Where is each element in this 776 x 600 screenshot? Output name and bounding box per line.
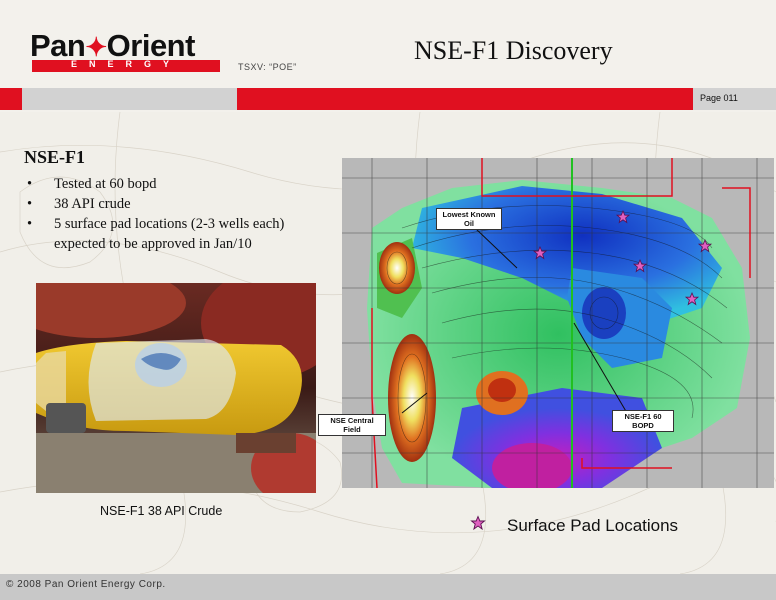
footer-copyright: © 2008 Pan Orient Energy Corp.	[6, 579, 166, 590]
bullet-text: 38 API crude	[54, 196, 131, 212]
header-band-red-main	[237, 88, 693, 110]
legend-label: Surface Pad Locations	[507, 516, 679, 535]
photo-caption: NSE-F1 38 API Crude	[100, 504, 223, 518]
callout-nse-f1: NSE-F1 60 BOPD	[612, 410, 674, 432]
bullet-glyph: •	[27, 216, 33, 232]
bullet-text: 5 surface pad locations (2-3 wells each)…	[54, 216, 285, 252]
bullet-item: • Tested at 60 bopd	[0, 174, 320, 194]
maple-leaf-icon: ✦	[85, 32, 107, 62]
header-band-gray-left	[22, 88, 237, 110]
legend-star-icon	[470, 515, 486, 531]
ticker-symbol: TSXV: “POE”	[238, 62, 297, 72]
callout-lowest-known-oil: Lowest Known Oil	[436, 208, 502, 230]
bullet-list: • Tested at 60 bopd • 38 API crude • 5 surf…	[0, 174, 320, 254]
bullet-glyph: •	[27, 196, 33, 212]
section-heading: NSE-F1	[24, 147, 86, 167]
logo-subtitle: ENERGY	[70, 59, 181, 69]
logo-word-orient: Orient	[106, 28, 196, 63]
bullet-item: • 5 surface pad locations (2-3 wells each…	[0, 214, 320, 254]
page-number: Page 011	[700, 93, 738, 103]
header-band-red-left	[0, 88, 22, 110]
logo-word-pan: Pan	[30, 28, 86, 63]
bullet-item: • 38 API crude	[0, 194, 320, 214]
slide-title: NSE-F1 Discovery	[414, 36, 613, 65]
callout-nse-central-field: NSE Central Field	[318, 414, 386, 436]
bullet-text: Tested at 60 bopd	[54, 176, 157, 192]
bullet-glyph: •	[27, 176, 33, 192]
contour-map	[342, 158, 774, 488]
crude-sample-photo	[36, 283, 316, 493]
